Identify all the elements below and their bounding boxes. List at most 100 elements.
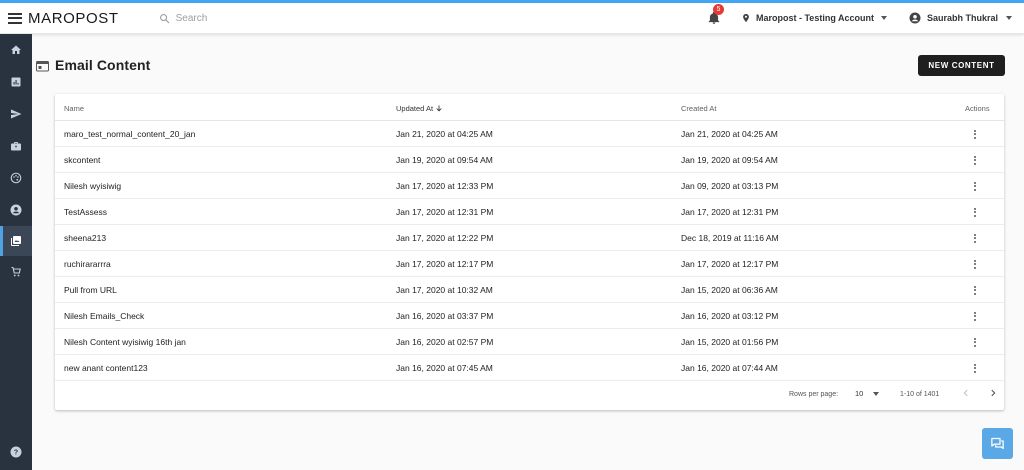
more-actions-icon[interactable] [971,335,979,349]
chevron-down-icon [880,16,887,20]
cell-name[interactable]: Nilesh Emails_Check [64,311,144,321]
sidebar-item-contacts[interactable] [0,195,32,225]
palette-icon [10,172,22,184]
content-page-icon [36,61,49,72]
cell-updated-at: Jan 17, 2020 at 12:17 PM [396,259,494,269]
new-content-button[interactable]: NEW CONTENT [918,55,1005,76]
search-input[interactable] [175,12,376,24]
content-table: Name Updated At Created At Actions maro_… [55,94,1004,410]
more-actions-icon[interactable] [971,127,979,141]
send-icon [11,109,22,119]
page-header: Email Content NEW CONTENT [33,52,1024,82]
more-actions-icon[interactable] [971,179,979,193]
notifications-button[interactable]: 5 [707,4,724,25]
cell-name[interactable]: Nilesh Content wyisiwig 16th jan [64,337,186,347]
table-row[interactable]: Pull from URL Jan 17, 2020 at 10:32 AM J… [55,277,1004,303]
cell-name[interactable]: maro_test_normal_content_20_jan [64,129,195,139]
top-header: MAROPOST 5 Maropost - Testing Account Sa… [0,3,1024,34]
sidebar-item-design[interactable] [0,163,32,193]
home-icon [11,45,21,54]
table-row[interactable]: ruchirararrra Jan 17, 2020 at 12:17 PM J… [55,251,1004,277]
cell-name[interactable]: TestAssess [64,207,107,217]
more-actions-icon[interactable] [971,153,979,167]
cell-updated-at: Jan 17, 2020 at 12:22 PM [396,233,494,243]
page-title: Email Content [55,57,151,73]
briefcase-icon [11,142,21,151]
cell-name[interactable]: skcontent [64,155,100,165]
table-row[interactable]: TestAssess Jan 17, 2020 at 12:31 PM Jan … [55,199,1004,225]
chevron-down-icon [873,391,880,396]
column-header-created-at[interactable]: Created At [681,104,716,113]
cell-updated-at: Jan 16, 2020 at 02:57 PM [396,337,494,347]
column-header-updated-at[interactable]: Updated At [396,104,443,113]
svg-text:?: ? [14,450,18,457]
search-icon [159,13,169,23]
more-actions-icon[interactable] [971,283,979,297]
table-row[interactable]: skcontent Jan 19, 2020 at 09:54 AM Jan 1… [55,147,1004,173]
chat-icon [991,437,1004,450]
chat-support-button[interactable] [982,428,1013,459]
cell-name[interactable]: sheena213 [64,233,106,243]
cell-created-at: Jan 09, 2020 at 03:13 PM [681,181,779,191]
column-header-updated-at-label: Updated At [396,104,434,113]
sidebar-item-home[interactable] [0,35,32,65]
user-menu[interactable]: Saurabh Thukral [909,12,1012,24]
chevron-right-icon[interactable] [988,388,998,398]
more-actions-icon[interactable] [971,205,979,219]
table-row[interactable]: maro_test_normal_content_20_jan Jan 21, … [55,121,1004,147]
table-row[interactable]: new anant content123 Jan 16, 2020 at 07:… [55,355,1004,381]
column-header-actions: Actions [965,104,990,113]
cart-icon [11,266,21,277]
rows-per-page-label: Rows per page: [789,391,839,398]
cell-updated-at: Jan 17, 2020 at 12:31 PM [396,207,494,217]
pagination: Rows per page: 10 1-10 of 1401 [55,380,1004,410]
column-header-name[interactable]: Name [64,104,84,113]
cell-name[interactable]: Nilesh wyisiwig [64,181,121,191]
help-icon: ? [10,446,22,458]
cell-updated-at: Jan 21, 2020 at 04:25 AM [396,129,493,139]
cell-created-at: Jan 19, 2020 at 09:54 AM [681,155,778,165]
sidebar-item-help[interactable]: ? [0,437,32,467]
cell-updated-at: Jan 16, 2020 at 07:45 AM [396,363,493,373]
account-switcher[interactable]: Maropost - Testing Account [741,12,887,24]
menu-icon[interactable] [8,12,22,24]
chevron-left-icon[interactable] [961,388,971,398]
cell-created-at: Jan 17, 2020 at 12:17 PM [681,259,779,269]
user-name: Saurabh Thukral [926,13,998,23]
sidebar-item-reports[interactable] [0,67,32,97]
sidebar-item-content[interactable] [0,226,32,256]
sidebar-item-campaigns[interactable] [0,99,32,129]
table-header: Name Updated At Created At Actions [55,94,1004,121]
cell-created-at: Jan 16, 2020 at 07:44 AM [681,363,778,373]
more-actions-icon[interactable] [971,309,979,323]
sidebar-item-commerce[interactable] [0,257,32,287]
cell-name[interactable]: ruchirararrra [64,259,111,269]
location-pin-icon [743,13,749,23]
pagination-range: 1-10 of 1401 [900,391,940,398]
cell-created-at: Dec 18, 2019 at 11:16 AM [681,233,779,243]
cell-updated-at: Jan 16, 2020 at 03:37 PM [396,311,494,321]
more-actions-icon[interactable] [971,257,979,271]
table-row[interactable]: Nilesh wyisiwig Jan 17, 2020 at 12:33 PM… [55,173,1004,199]
logo[interactable]: MAROPOST [28,10,119,27]
table-row[interactable]: Nilesh Emails_Check Jan 16, 2020 at 03:3… [55,303,1004,329]
cell-updated-at: Jan 17, 2020 at 12:33 PM [396,181,494,191]
cell-name[interactable]: new anant content123 [64,363,148,373]
account-name: Maropost - Testing Account [755,13,874,23]
more-actions-icon[interactable] [971,361,979,375]
content-library-icon [11,236,21,246]
cell-created-at: Jan 15, 2020 at 06:36 AM [681,285,778,295]
cell-created-at: Jan 15, 2020 at 01:56 PM [681,337,779,347]
more-actions-icon[interactable] [971,231,979,245]
contact-icon [10,204,22,216]
rows-per-page-select[interactable]: 10 [855,389,880,398]
arrow-down-icon [436,105,442,112]
chevron-down-icon [1006,16,1012,20]
cell-created-at: Jan 16, 2020 at 03:12 PM [681,311,779,321]
table-row[interactable]: Nilesh Content wyisiwig 16th jan Jan 16,… [55,329,1004,355]
cell-created-at: Jan 21, 2020 at 04:25 AM [681,129,778,139]
sidebar-item-journeys[interactable] [0,131,32,161]
cell-name[interactable]: Pull from URL [64,285,117,295]
table-row[interactable]: sheena213 Jan 17, 2020 at 12:22 PM Dec 1… [55,225,1004,251]
search-bar[interactable] [159,7,459,29]
